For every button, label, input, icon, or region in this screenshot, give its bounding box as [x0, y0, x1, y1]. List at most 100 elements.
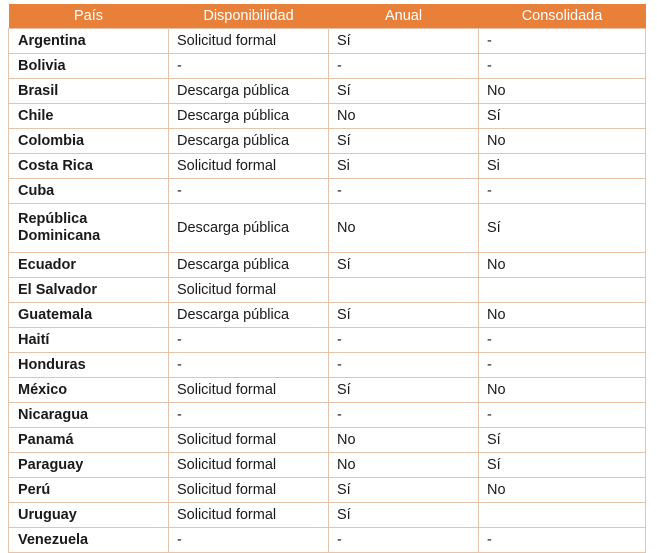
table-row: Colombia Descarga pública Sí No — [8, 128, 646, 154]
cell-consolidada: No — [478, 377, 646, 403]
cell-pais: Bolivia — [8, 53, 169, 79]
cell-pais: Haití — [8, 327, 169, 353]
cell-disponibilidad: Descarga pública — [168, 128, 329, 154]
cell-pais: Ecuador — [8, 252, 169, 278]
cell-anual: No — [328, 203, 479, 253]
cell-anual — [328, 277, 479, 303]
cell-anual: Sí — [328, 377, 479, 403]
table-row: El Salvador Solicitud formal — [8, 277, 646, 303]
cell-disponibilidad: Solicitud formal — [168, 477, 329, 503]
cell-pais: Venezuela — [8, 527, 169, 553]
cell-disponibilidad: Descarga pública — [168, 103, 329, 129]
cell-disponibilidad: Solicitud formal — [168, 427, 329, 453]
cell-disponibilidad: Solicitud formal — [168, 377, 329, 403]
cell-anual: Si — [328, 153, 479, 179]
table-row: Chile Descarga pública No Sí — [8, 103, 646, 129]
cell-consolidada: - — [478, 352, 646, 378]
cell-pais: Panamá — [8, 427, 169, 453]
cell-pais: El Salvador — [8, 277, 169, 303]
cell-anual: Sí — [328, 78, 479, 104]
cell-disponibilidad: - — [168, 527, 329, 553]
table-row: Haití - - - — [8, 327, 646, 353]
column-header-disponibilidad: Disponibilidad — [168, 4, 329, 29]
cell-consolidada: - — [478, 28, 646, 54]
cell-anual: Sí — [328, 128, 479, 154]
table-row: Panamá Solicitud formal No Sí — [8, 427, 646, 453]
cell-anual: Sí — [328, 302, 479, 328]
table-row: República Dominicana Descarga pública No Sí — [8, 203, 646, 253]
country-availability-table-container: País Disponibilidad Anual Consolidada Ar… — [8, 4, 646, 553]
cell-anual: - — [328, 402, 479, 428]
cell-pais: Guatemala — [8, 302, 169, 328]
cell-disponibilidad: Descarga pública — [168, 302, 329, 328]
cell-anual: No — [328, 427, 479, 453]
cell-anual: - — [328, 53, 479, 79]
column-header-anual: Anual — [328, 4, 479, 29]
cell-pais: Perú — [8, 477, 169, 503]
cell-pais: Paraguay — [8, 452, 169, 478]
column-header-consolidada: Consolidada — [478, 4, 646, 29]
cell-consolidada: Sí — [478, 427, 646, 453]
cell-disponibilidad: Solicitud formal — [168, 153, 329, 179]
cell-pais: Brasil — [8, 78, 169, 104]
cell-disponibilidad: - — [168, 352, 329, 378]
cell-disponibilidad: Descarga pública — [168, 78, 329, 104]
table-row: Uruguay Solicitud formal Sí — [8, 502, 646, 528]
cell-disponibilidad: Solicitud formal — [168, 277, 329, 303]
table-row: Perú Solicitud formal Sí No — [8, 477, 646, 503]
country-availability-table: País Disponibilidad Anual Consolidada Ar… — [8, 4, 646, 553]
cell-pais: Cuba — [8, 178, 169, 204]
cell-disponibilidad: - — [168, 402, 329, 428]
table-row: Nicaragua - - - — [8, 402, 646, 428]
table-row: Bolivia - - - — [8, 53, 646, 79]
cell-disponibilidad: Solicitud formal — [168, 452, 329, 478]
table-body: Argentina Solicitud formal Sí - Bolivia - - - Br… — [8, 28, 646, 553]
cell-disponibilidad: - — [168, 327, 329, 353]
cell-anual: Sí — [328, 28, 479, 54]
cell-consolidada: Si — [478, 153, 646, 179]
cell-pais: República Dominicana — [8, 203, 169, 253]
cell-pais: Nicaragua — [8, 402, 169, 428]
table-row: Cuba - - - — [8, 178, 646, 204]
cell-pais: Honduras — [8, 352, 169, 378]
cell-pais: Chile — [8, 103, 169, 129]
cell-anual: - — [328, 527, 479, 553]
cell-pais: Uruguay — [8, 502, 169, 528]
table-header-row: País Disponibilidad Anual Consolidada — [8, 4, 646, 29]
cell-consolidada: - — [478, 178, 646, 204]
cell-consolidada: No — [478, 302, 646, 328]
cell-anual: Sí — [328, 252, 479, 278]
cell-anual: Sí — [328, 502, 479, 528]
cell-consolidada: - — [478, 327, 646, 353]
table-row: Guatemala Descarga pública Sí No — [8, 302, 646, 328]
column-header-pais: País — [8, 4, 169, 29]
cell-consolidada: Sí — [478, 452, 646, 478]
cell-disponibilidad: Solicitud formal — [168, 28, 329, 54]
cell-pais: Costa Rica — [8, 153, 169, 179]
cell-disponibilidad: - — [168, 53, 329, 79]
table-row: Paraguay Solicitud formal No Sí — [8, 452, 646, 478]
table-row: Ecuador Descarga pública Sí No — [8, 252, 646, 278]
cell-disponibilidad: Descarga pública — [168, 203, 329, 253]
cell-consolidada: No — [478, 252, 646, 278]
table-header: País Disponibilidad Anual Consolidada — [8, 4, 646, 29]
cell-anual: - — [328, 327, 479, 353]
cell-anual: - — [328, 178, 479, 204]
cell-pais: Colombia — [8, 128, 169, 154]
table-row: Honduras - - - — [8, 352, 646, 378]
cell-anual: No — [328, 103, 479, 129]
cell-consolidada: Sí — [478, 203, 646, 253]
cell-consolidada: - — [478, 527, 646, 553]
table-row: Argentina Solicitud formal Sí - — [8, 28, 646, 54]
cell-consolidada — [478, 277, 646, 303]
cell-consolidada: - — [478, 402, 646, 428]
cell-pais: México — [8, 377, 169, 403]
cell-consolidada: No — [478, 128, 646, 154]
cell-anual: Sí — [328, 477, 479, 503]
cell-consolidada: No — [478, 477, 646, 503]
cell-consolidada: Sí — [478, 103, 646, 129]
table-row: Venezuela - - - — [8, 527, 646, 553]
cell-anual: - — [328, 352, 479, 378]
cell-disponibilidad: Descarga pública — [168, 252, 329, 278]
table-row: México Solicitud formal Sí No — [8, 377, 646, 403]
